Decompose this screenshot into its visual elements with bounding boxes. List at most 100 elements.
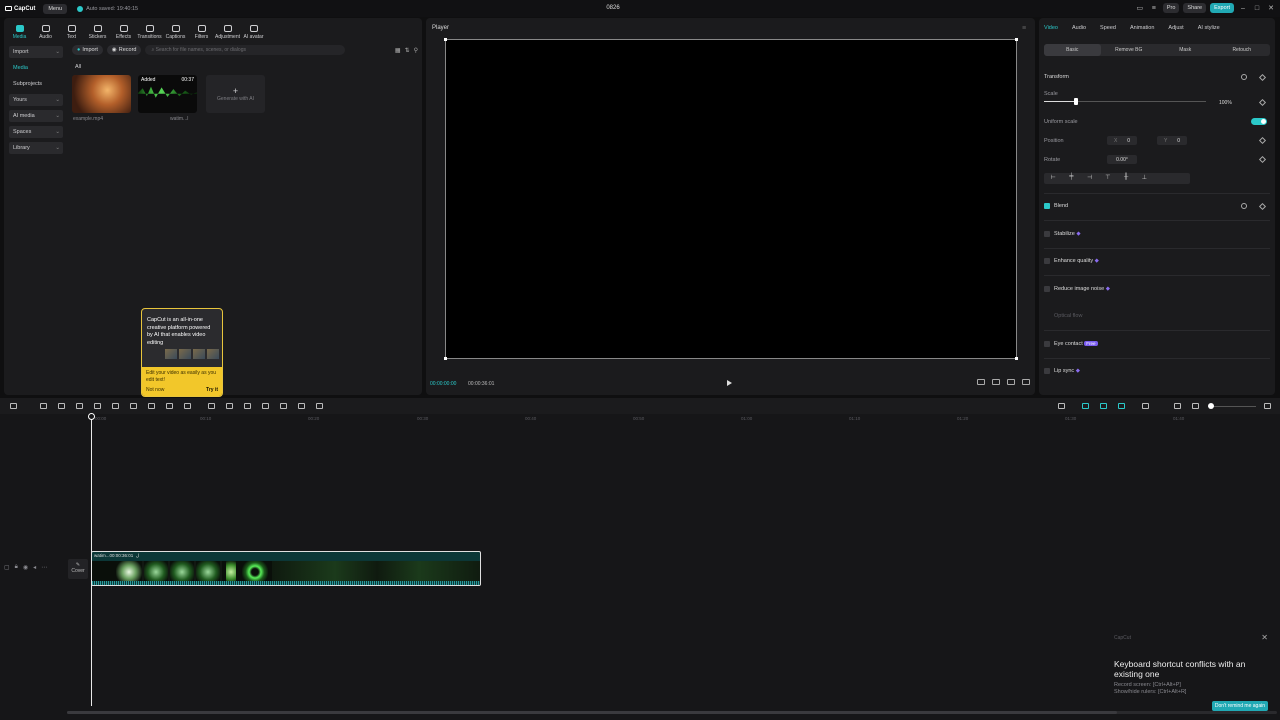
delete-icon[interactable]: [130, 403, 137, 409]
lip-sync-checkbox[interactable]: [1044, 368, 1050, 374]
enhance-quality-checkbox[interactable]: [1044, 258, 1050, 264]
tab-animation[interactable]: Animation: [1130, 25, 1154, 31]
reduce-noise-label[interactable]: Reduce image noise ◆: [1054, 286, 1110, 292]
generate-with-ai-tile[interactable]: + Generate with AI: [206, 75, 265, 113]
align-right-icon[interactable]: ⊣: [1081, 173, 1099, 184]
preview-axis-icon[interactable]: [1118, 403, 1125, 409]
ratio-icon[interactable]: [1007, 379, 1015, 385]
maximize-icon[interactable]: □: [1252, 5, 1262, 12]
filter-icon[interactable]: ⚲: [414, 47, 418, 54]
video-canvas[interactable]: [444, 38, 1018, 360]
close-icon[interactable]: ✕: [1261, 633, 1268, 642]
frame-icon[interactable]: [298, 403, 305, 409]
align-center-v-icon[interactable]: ╫: [1117, 173, 1135, 184]
cover-button[interactable]: ✎ Cover: [68, 559, 88, 579]
blend-label[interactable]: Blend: [1054, 203, 1068, 209]
pro-button[interactable]: Pro: [1162, 3, 1180, 13]
zoom-slider-handle[interactable]: [1208, 403, 1214, 409]
position-x-input[interactable]: X0: [1107, 136, 1137, 145]
rotate-input[interactable]: 0.00°: [1107, 155, 1137, 164]
crop-icon[interactable]: [992, 379, 1000, 385]
zoom-slider[interactable]: [1208, 403, 1256, 409]
tool-media[interactable]: Media: [8, 20, 31, 40]
scale-slider[interactable]: [1044, 98, 1206, 105]
resize-handle[interactable]: [1015, 38, 1018, 41]
magnet-icon[interactable]: [1100, 403, 1107, 409]
align-center-h-icon[interactable]: ╪: [1062, 173, 1080, 184]
scale-slider-handle[interactable]: [1074, 98, 1079, 105]
playhead[interactable]: [91, 414, 92, 706]
mirror-icon[interactable]: [226, 403, 233, 409]
tab-audio[interactable]: Audio: [1072, 25, 1086, 31]
redo-icon[interactable]: [58, 403, 65, 409]
subtab-retouch[interactable]: Retouch: [1214, 44, 1271, 56]
uniform-scale-toggle[interactable]: [1251, 118, 1267, 125]
sidebar-item-subprojects[interactable]: Subprojects: [9, 78, 63, 90]
sort-icon[interactable]: ⇅: [405, 47, 410, 54]
tool-ai-avatar[interactable]: AI avatar: [242, 20, 265, 40]
resize-handle[interactable]: [444, 38, 447, 41]
tool-adjustment[interactable]: Adjustment: [215, 20, 240, 40]
minimize-icon[interactable]: –: [1238, 5, 1248, 12]
ai-tool-icon[interactable]: [316, 403, 323, 409]
reset-icon[interactable]: [1241, 74, 1247, 80]
more-icon[interactable]: ≡: [1022, 25, 1027, 32]
sidebar-item-yours[interactable]: Yours ⌄: [9, 94, 63, 106]
stabilize-checkbox[interactable]: [1044, 231, 1050, 237]
project-title[interactable]: 0826: [0, 5, 1226, 11]
all-filter-label[interactable]: All: [75, 64, 81, 70]
captions-tool-icon[interactable]: [208, 403, 215, 409]
crop-tool-icon[interactable]: [166, 403, 173, 409]
visibility-icon[interactable]: ◉: [23, 564, 28, 571]
split-right-icon[interactable]: [112, 403, 119, 409]
tab-speed[interactable]: Speed: [1100, 25, 1116, 31]
lock-icon[interactable]: 🔒︎: [15, 564, 18, 571]
record-button[interactable]: ◉ Record: [106, 45, 142, 55]
track-lock-icon[interactable]: ▢: [4, 564, 10, 571]
align-bottom-icon[interactable]: ⊥: [1135, 173, 1153, 184]
grid-view-icon[interactable]: ▦: [395, 47, 401, 54]
tool-effects[interactable]: Effects: [112, 20, 135, 40]
search-input[interactable]: ⌕ Search for file names, scenes, or dial…: [145, 45, 346, 55]
subtab-remove-bg[interactable]: Remove BG: [1101, 44, 1158, 56]
settings-icon[interactable]: ≡: [1149, 5, 1159, 12]
rotate-icon[interactable]: [244, 403, 251, 409]
speed-icon[interactable]: [184, 403, 191, 409]
align-left-icon[interactable]: ⊢: [1044, 173, 1062, 184]
lip-sync-label[interactable]: Lip sync ◆: [1054, 368, 1080, 374]
sidebar-item-import[interactable]: Import ⌄: [9, 46, 63, 58]
keyframe-icon[interactable]: [1258, 73, 1267, 82]
split-icon[interactable]: [76, 403, 83, 409]
fit-icon[interactable]: [1174, 403, 1181, 409]
eye-contact-checkbox[interactable]: [1044, 341, 1050, 347]
align-top-icon[interactable]: ⊤: [1099, 173, 1117, 184]
tool-audio[interactable]: Audio: [34, 20, 57, 40]
subtab-mask[interactable]: Mask: [1157, 44, 1214, 56]
transform-heading[interactable]: Transform: [1044, 74, 1069, 80]
quality-icon[interactable]: [977, 379, 985, 385]
stabilize-label[interactable]: Stabilize ◆: [1054, 231, 1081, 237]
dont-remind-button[interactable]: Don't remind me again: [1211, 701, 1268, 711]
marker-icon[interactable]: [148, 403, 155, 409]
zoom-in-icon[interactable]: [1264, 403, 1271, 409]
close-icon[interactable]: ✕: [1266, 4, 1276, 12]
audio-icon[interactable]: ◂: [33, 564, 36, 571]
reset-icon[interactable]: [1241, 203, 1247, 209]
keyframe-icon[interactable]: [1258, 155, 1267, 164]
keyframe-icon[interactable]: [1258, 98, 1267, 107]
tool-stickers[interactable]: Stickers: [86, 20, 109, 40]
playhead-handle[interactable]: [88, 413, 95, 420]
blend-checkbox[interactable]: [1044, 203, 1050, 209]
keyframe-icon[interactable]: [1258, 202, 1267, 211]
subtab-basic[interactable]: Basic: [1044, 44, 1101, 56]
media-item[interactable]: [72, 75, 131, 113]
resize-handle[interactable]: [1015, 357, 1018, 360]
magic-icon[interactable]: [262, 403, 269, 409]
sidebar-item-spaces[interactable]: Spaces ⌄: [9, 126, 63, 138]
text-tool-icon[interactable]: [280, 403, 287, 409]
tool-transitions[interactable]: Transitions: [137, 20, 162, 40]
audio-mute-icon[interactable]: [1142, 403, 1149, 409]
share-button[interactable]: Share: [1183, 3, 1207, 13]
media-item[interactable]: Added 00:37: [138, 75, 197, 113]
not-now-button[interactable]: Not now: [146, 387, 164, 394]
